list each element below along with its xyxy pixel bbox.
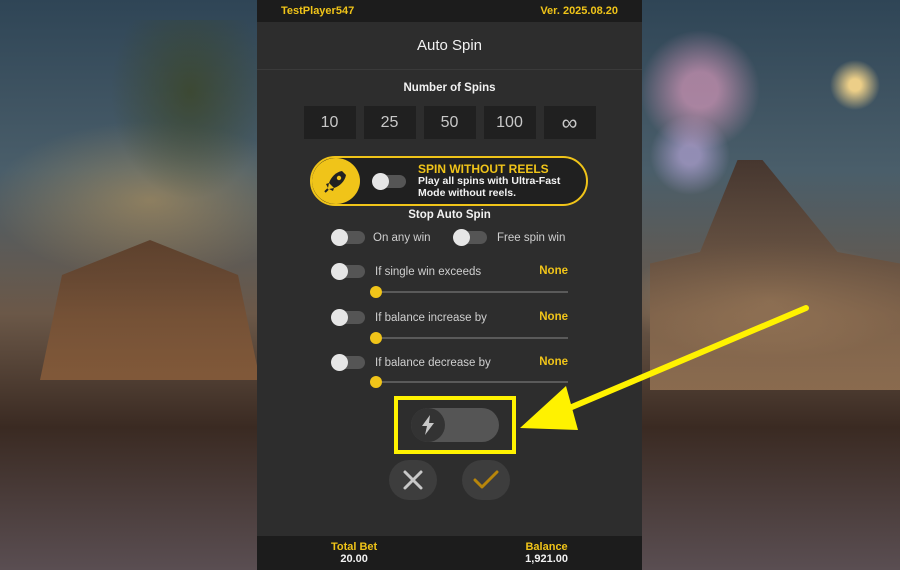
turbo-toggle[interactable] (411, 408, 499, 442)
top-bar: TestPlayer547 Ver. 2025.08.20 (257, 0, 642, 22)
balance-decrease-toggle[interactable] (331, 354, 365, 371)
balance-increase-value[interactable]: None (539, 311, 568, 323)
spin-without-reels-desc-2: Mode without reels. (418, 187, 517, 199)
hut-right (650, 160, 900, 390)
on-any-win-row: On any win (331, 229, 431, 246)
version-label: Ver. 2025.08.20 (540, 5, 618, 17)
page-title: Auto Spin (416, 37, 483, 54)
total-bet: Total Bet 20.00 (331, 541, 377, 565)
panel-header: Auto Spin (257, 22, 642, 70)
infinity-icon: ∞ (561, 109, 578, 135)
balance-increase-toggle[interactable] (331, 309, 365, 326)
stop-auto-spin-title: Stop Auto Spin (408, 209, 491, 221)
spin-option-50[interactable]: 50 (423, 106, 476, 139)
spin-without-reels-toggle[interactable] (372, 172, 406, 190)
player-name: TestPlayer547 (281, 5, 355, 17)
single-win-label: If single win exceeds (375, 265, 482, 278)
single-win-row: If single win exceeds (331, 263, 482, 280)
hut-left (40, 240, 260, 380)
turbo-highlight-box (394, 396, 516, 454)
single-win-value[interactable]: None (539, 265, 568, 277)
balance-decrease-label: If balance decrease by (375, 356, 491, 369)
confirm-button[interactable] (462, 460, 510, 500)
spin-option-100[interactable]: 100 (483, 106, 536, 139)
free-spin-win-toggle[interactable] (453, 229, 487, 246)
close-icon (403, 470, 423, 490)
spin-without-reels-desc-1: Play all spins with Ultra-Fast (418, 175, 561, 187)
rocket-icon (312, 158, 360, 204)
balance-decrease-row: If balance decrease by (331, 354, 491, 371)
spin-option-10[interactable]: 10 (303, 106, 356, 139)
free-spin-win-row: Free spin win (453, 229, 566, 246)
total-bet-label: Total Bet (330, 541, 378, 553)
balance-decrease-value[interactable]: None (539, 356, 568, 368)
auto-spin-panel: TestPlayer547 Ver. 2025.08.20 Auto Spin … (257, 0, 642, 570)
balance-decrease-slider[interactable] (370, 376, 568, 388)
balance-increase-label: If balance increase by (375, 311, 487, 324)
check-icon (473, 470, 499, 489)
balance-increase-row: If balance increase by (331, 309, 487, 326)
balance-increase-slider-thumb[interactable] (370, 332, 382, 344)
spin-count-options: 10 25 50 100 ∞ (257, 106, 642, 139)
balance-decrease-slider-thumb[interactable] (370, 376, 382, 388)
total-bet-value: 20.00 (340, 553, 368, 565)
spin-without-reels-text: SPIN WITHOUT REELS Play all spins with U… (418, 163, 560, 199)
spin-option-25[interactable]: 25 (363, 106, 416, 139)
free-spin-win-label: Free spin win (497, 231, 566, 244)
single-win-toggle[interactable] (331, 263, 365, 280)
balance-increase-slider[interactable] (370, 332, 568, 344)
on-any-win-label: On any win (373, 231, 431, 244)
spin-without-reels-title: SPIN WITHOUT REELS (418, 162, 549, 176)
on-any-win-toggle[interactable] (331, 229, 365, 246)
spin-without-reels-card: SPIN WITHOUT REELS Play all spins with U… (310, 156, 588, 206)
number-of-spins-title: Number of Spins (403, 82, 496, 94)
single-win-slider-thumb[interactable] (370, 286, 382, 298)
palm-tree (110, 20, 270, 200)
balance: Balance 1,921.00 (525, 541, 568, 565)
balance-value: 1,921.00 (525, 553, 568, 565)
single-win-slider[interactable] (370, 286, 568, 298)
cancel-button[interactable] (389, 460, 437, 500)
footer-bar: Total Bet 20.00 Balance 1,921.00 (257, 536, 642, 570)
lightning-icon (411, 408, 445, 442)
spin-option-infinity[interactable]: ∞ (543, 106, 596, 139)
balance-label: Balance (525, 541, 568, 553)
